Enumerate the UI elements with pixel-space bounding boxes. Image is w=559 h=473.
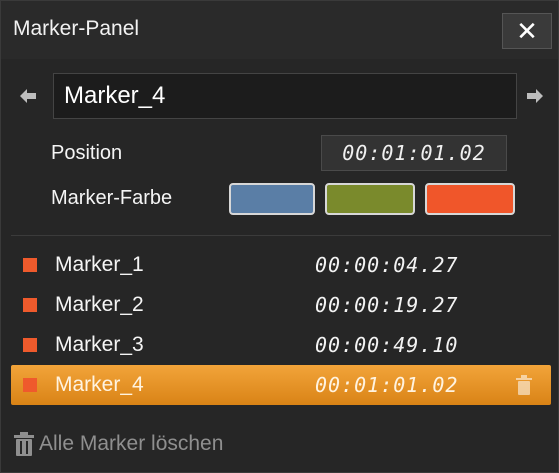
marker-color-square: [23, 298, 37, 312]
delete-all-markers-button[interactable]: Alle Marker löschen: [13, 426, 223, 462]
marker-color-label: Marker-Farbe: [51, 187, 173, 209]
marker-color-square: [23, 378, 37, 392]
marker-panel: Marker-Panel ✕ Marker_4 Position 00:01:0…: [0, 0, 559, 473]
position-label: Position: [51, 142, 123, 164]
marker-time: 00:00:49.10: [315, 333, 459, 357]
marker-time: 00:00:04.27: [315, 253, 459, 277]
marker-name: Marker_1: [55, 253, 144, 276]
marker-name: Marker_3: [55, 333, 144, 356]
marker-name: Marker_4: [55, 373, 144, 396]
marker-name: Marker_2: [55, 293, 144, 316]
panel-title: Marker-Panel: [13, 17, 140, 40]
color-swatch-red[interactable]: [425, 183, 515, 215]
color-swatch-blue[interactable]: [229, 183, 315, 215]
marker-color-square: [23, 258, 37, 272]
marker-row-3[interactable]: Marker_3 00:00:49.10: [11, 325, 551, 365]
title-bar: Marker-Panel ✕: [1, 1, 558, 59]
arrow-left-icon: [20, 89, 36, 103]
color-swatch-green[interactable]: [325, 183, 415, 215]
close-icon: ✕: [516, 15, 538, 46]
marker-name-field[interactable]: Marker_4: [53, 73, 517, 119]
prev-marker-button[interactable]: [17, 85, 39, 107]
trash-icon[interactable]: [515, 375, 533, 395]
marker-time: 00:01:01.02: [315, 373, 459, 397]
delete-all-label: Alle Marker löschen: [39, 432, 224, 455]
arrow-right-icon: [527, 89, 543, 103]
position-value[interactable]: 00:01:01.02: [321, 135, 507, 171]
marker-time: 00:00:19.27: [315, 293, 459, 317]
close-button[interactable]: ✕: [502, 13, 552, 49]
marker-color-square: [23, 338, 37, 352]
divider: [11, 235, 551, 236]
marker-row-2[interactable]: Marker_2 00:00:19.27: [11, 285, 551, 325]
trash-icon: [14, 432, 34, 456]
marker-navigator: Marker_4: [1, 71, 558, 123]
marker-row-1[interactable]: Marker_1 00:00:04.27: [11, 245, 551, 285]
next-marker-button[interactable]: [524, 85, 546, 107]
marker-list: Marker_1 00:00:04.27 Marker_2 00:00:19.2…: [11, 245, 551, 405]
marker-row-4-selected[interactable]: Marker_4 00:01:01.02: [11, 365, 551, 405]
